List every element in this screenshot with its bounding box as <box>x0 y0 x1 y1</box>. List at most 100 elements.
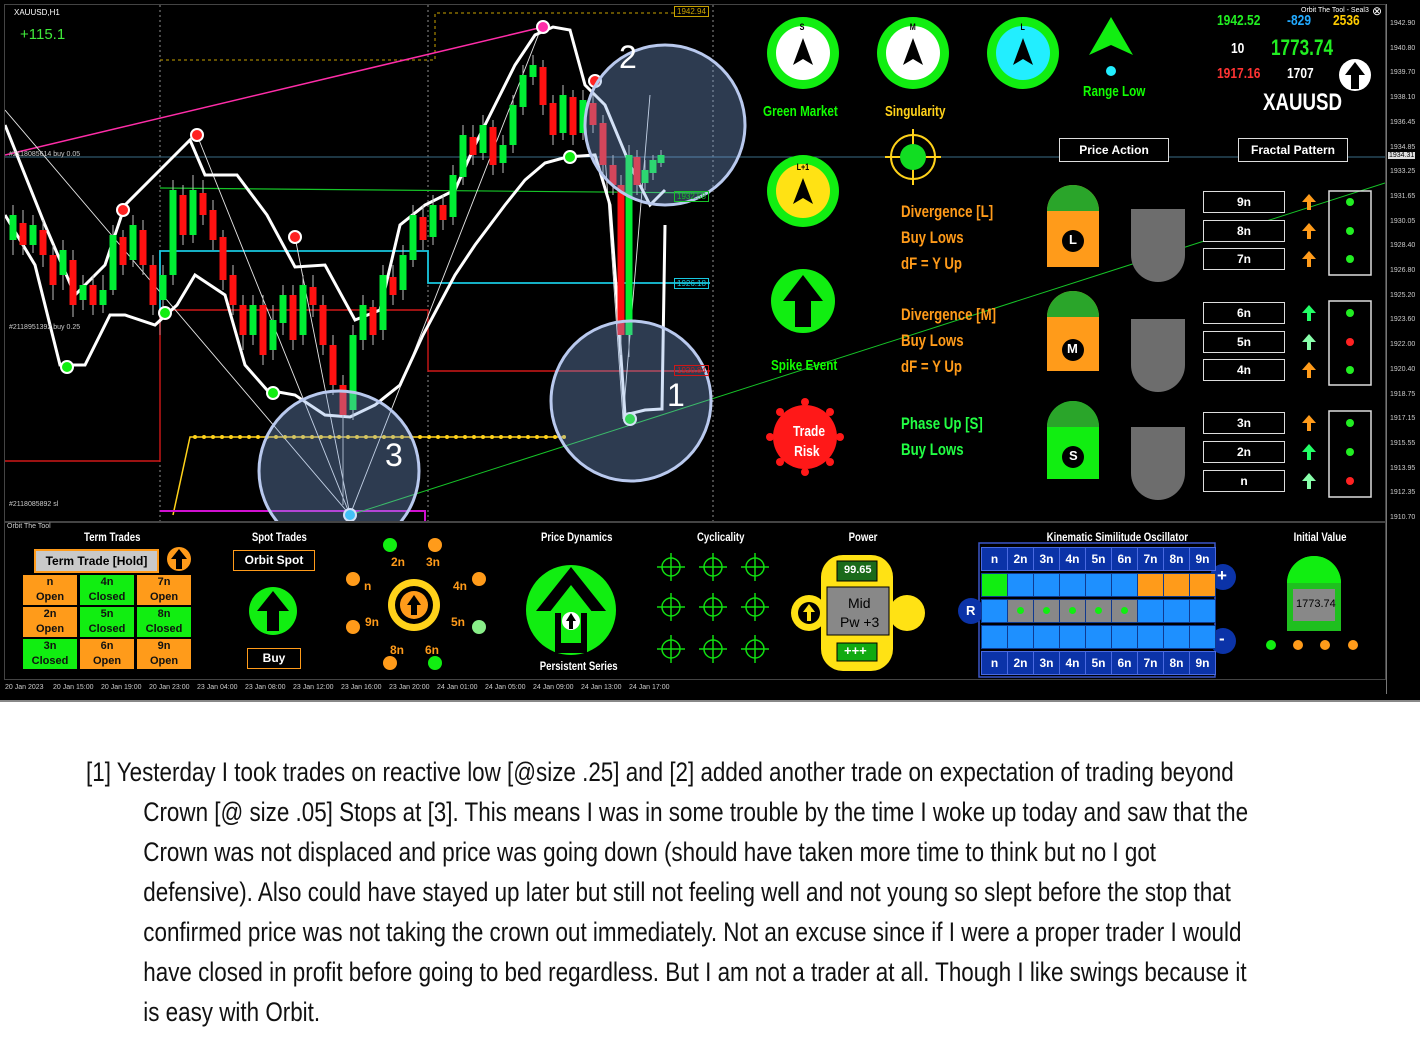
kso-r-label: R <box>966 603 976 618</box>
orbit-label-2n: 2n <box>391 555 406 569</box>
candle-body <box>79 285 87 300</box>
kso-cell <box>1059 599 1086 623</box>
divergence-l-sub1: Buy Lows <box>901 228 964 247</box>
orbit-label-6n: 6n <box>425 643 440 657</box>
caption-line-6: have closed in profit before going to be… <box>143 957 1247 987</box>
kso-col-4n: 4n <box>1059 547 1086 571</box>
persistent-series-label: Persistent Series <box>539 659 618 673</box>
fractal-row-9n[interactable]: 9n <box>1203 191 1285 213</box>
candle-body <box>469 137 477 155</box>
dotted-level-point <box>220 435 224 439</box>
price-tick: 1915.55 <box>1390 439 1416 447</box>
dotted-level-point <box>238 435 242 439</box>
order-label-sl: #2118085892 sl <box>9 501 59 508</box>
level-tag-green: 1932.58 <box>674 191 709 202</box>
dotted-level-point <box>256 435 260 439</box>
term-cell-status: Open <box>149 655 179 667</box>
dotted-level-point <box>193 435 197 439</box>
power-pw: Pw +3 <box>840 614 880 630</box>
kso-cell <box>1059 625 1086 649</box>
trade-risk-label-1: Trade <box>793 423 826 440</box>
close-icon[interactable]: ⊗ <box>1372 5 1382 18</box>
kso-cell <box>1189 599 1216 623</box>
candle-body <box>549 103 557 135</box>
term-cell-4n[interactable]: 4n Closed <box>80 575 134 605</box>
kso-plus-label: + <box>1217 566 1227 585</box>
symbol-label: XAUUSD <box>1263 89 1343 116</box>
dotted-level-point <box>508 435 512 439</box>
divergence-l-title: Divergence [L] <box>901 202 994 221</box>
range-low-label: Range Low <box>1083 83 1146 100</box>
fractal-pattern-button[interactable]: Fractal Pattern <box>1238 138 1348 162</box>
kso-cell <box>1111 573 1138 597</box>
dotted-level-point <box>472 435 476 439</box>
candle-body <box>499 145 507 163</box>
candle-body <box>419 217 427 240</box>
fractal-row-3n[interactable]: 3n <box>1203 412 1285 434</box>
caption-line-4: defensive). Also could have stayed up la… <box>143 877 1231 907</box>
candle-body <box>189 190 197 235</box>
term-cell-2n[interactable]: 2n Open <box>23 607 77 637</box>
price-chart[interactable]: XAUUSD,H1 +115.1 Orbit The Tool - Seal3 … <box>4 4 1386 522</box>
price-tick: 1922.00 <box>1390 341 1416 349</box>
price-tick: 1933.25 <box>1390 168 1416 176</box>
kso-cell <box>981 625 1008 649</box>
kso-col-3n: 3n <box>1033 547 1060 571</box>
candle-body <box>219 237 227 280</box>
fractal-row-2n[interactable]: 2n <box>1203 441 1285 463</box>
candle-body <box>479 125 487 153</box>
fractal-row-7n[interactable]: 7n <box>1203 248 1285 270</box>
candle-body <box>489 127 497 165</box>
term-cell-5n[interactable]: 5n Closed <box>80 607 134 637</box>
kso-cell <box>1189 625 1216 649</box>
candle-body <box>329 345 337 385</box>
kso-col-9n: 9n <box>1189 651 1216 675</box>
price-action-button[interactable]: Price Action <box>1059 138 1169 162</box>
orbit-lower-panel: Orbit The Tool Term Trades Term Trade [H… <box>4 522 1386 680</box>
swing-point-marker <box>60 360 74 374</box>
orbit-spot-button[interactable]: Orbit Spot <box>233 550 315 571</box>
candle-body <box>319 305 327 345</box>
fractal-row-5n[interactable]: 5n <box>1203 331 1285 353</box>
spot-up-arrow-icon[interactable] <box>249 587 297 635</box>
term-cell-status: Open <box>149 591 179 603</box>
term-cell-9n[interactable]: 9n Open <box>137 639 191 669</box>
term-cell-7n[interactable]: 7n Open <box>137 575 191 605</box>
kso-dot <box>1095 607 1102 614</box>
price-tick: 1939.70 <box>1390 69 1416 77</box>
candle-body <box>569 97 577 135</box>
fractal-row-4n[interactable]: 4n <box>1203 359 1285 381</box>
term-cell-status: Open <box>35 623 65 635</box>
kso-col-8n: 8n <box>1163 547 1190 571</box>
quote-value-6: 1707 <box>1287 65 1314 82</box>
kso-cell <box>1085 625 1112 649</box>
term-hold-arrow-icon <box>167 547 191 571</box>
time-tick: 20 Jan 23:00 <box>149 684 190 691</box>
kso-cell <box>1137 599 1164 623</box>
order-label-buy-025: #2118951392 buy 0.25 <box>9 324 81 331</box>
fractal-row-6n[interactable]: 6n <box>1203 302 1285 324</box>
kso-col-4n: 4n <box>1059 651 1086 675</box>
time-tick: 24 Jan 09:00 <box>533 684 574 691</box>
price-tick: 1910.70 <box>1390 514 1416 521</box>
dotted-level-point <box>436 435 440 439</box>
candle-body <box>289 295 297 340</box>
fractal-row-8n[interactable]: 8n <box>1203 220 1285 242</box>
kso-col-6n: 6n <box>1111 547 1138 571</box>
fractal-row-n[interactable]: n <box>1203 470 1285 492</box>
candle-body <box>49 255 57 285</box>
term-trades-title: Term Trades <box>84 530 141 544</box>
quote-value-1: 1942.52 <box>1217 12 1261 29</box>
buy-button[interactable]: Buy <box>247 648 301 669</box>
term-cell-6n[interactable]: 6n Open <box>80 639 134 669</box>
caption-line-3: Crown was not displaced and price was go… <box>143 837 1157 867</box>
kso-col-6n: 6n <box>1111 651 1138 675</box>
term-cell-3n[interactable]: 3n Closed <box>23 639 77 669</box>
price-tick: 1913.95 <box>1390 464 1416 472</box>
term-cell-8n[interactable]: 8n Closed <box>137 607 191 637</box>
kso-cell <box>1007 625 1034 649</box>
candle-body <box>539 67 547 105</box>
term-cell-n[interactable]: n Open <box>23 575 77 605</box>
term-trade-hold-button[interactable]: Term Trade [Hold] <box>34 549 159 573</box>
candle-body <box>139 230 147 265</box>
